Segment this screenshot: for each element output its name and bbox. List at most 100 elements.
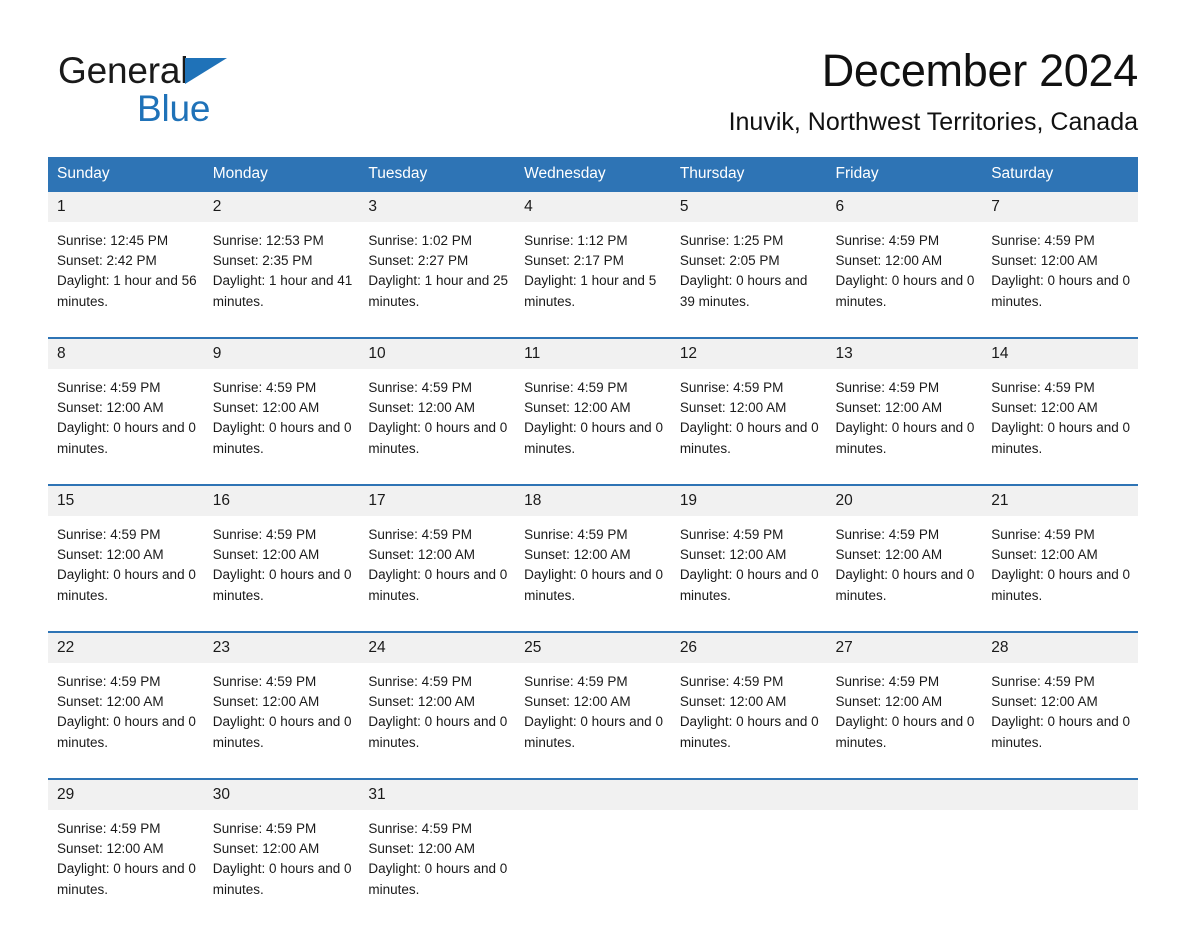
calendar-day-info: Sunrise: 1:12 PM Sunset: 2:17 PM Daylight:… [515, 222, 671, 337]
calendar-day-number-row: 25 [515, 633, 671, 663]
calendar-day-number [826, 780, 983, 810]
calendar-day-inner [670, 780, 827, 925]
calendar-day-number-row: 9 [203, 339, 360, 369]
calendar-day-number-row: 23 [203, 633, 360, 663]
day-sunset-text: Sunset: 2:05 PM [679, 253, 780, 269]
calendar-day-number: 12 [670, 339, 827, 369]
calendar-day-info-row: Sunrise: 4:59 PM Sunset: 12:00 AM Daylight… [827, 369, 983, 484]
calendar-day-cell[interactable]: 14 Sunrise: 4:59 PM Sunset: 12:00 AM Daylig… [982, 337, 1138, 485]
calendar-day-cell [826, 778, 983, 925]
page-title: December 2024 [821, 45, 1139, 96]
calendar-day-cell[interactable]: 12 Sunrise: 4:59 PM Sunset: 12:00 AM Daylig… [670, 337, 827, 485]
calendar-body: 1 Sunrise: 12:45 PM Sunset: 2:42 PM Dayligh… [48, 192, 1138, 925]
calendar-day-cell[interactable]: 3 Sunrise: 1:02 PM Sunset: 2:27 PM Daylight… [359, 192, 516, 338]
calendar-day-cell[interactable]: 11 Sunrise: 4:59 PM Sunset: 12:00 AM Daylig… [515, 337, 671, 485]
day-sunset-text: Sunset: 12:00 AM [368, 547, 475, 563]
calendar-day-inner: 30 Sunrise: 4:59 PM Sunset: 12:00 AM Daylig… [203, 780, 360, 925]
calendar-day-cell[interactable]: 6 Sunrise: 4:59 PM Sunset: 12:00 AM Dayligh… [826, 192, 983, 338]
calendar-day-number: 27 [826, 633, 983, 663]
calendar-day-number: 28 [982, 633, 1138, 663]
calendar-day-inner: 6 Sunrise: 4:59 PM Sunset: 12:00 AM Dayligh… [826, 192, 983, 337]
day-sunset-text: Sunset: 12:00 AM [991, 694, 1098, 710]
calendar-day-cell[interactable]: 17 Sunrise: 4:59 PM Sunset: 12:00 AM Daylig… [359, 484, 516, 632]
calendar-day-cell[interactable]: 31 Sunrise: 4:59 PM Sunset: 12:00 AM Daylig… [359, 778, 516, 925]
calendar-day-number: 11 [515, 339, 671, 369]
calendar-day-inner: 23 Sunrise: 4:59 PM Sunset: 12:00 AM Daylig… [203, 633, 360, 778]
day-daylight-text: Daylight: 0 hours and 0 minutes. [835, 567, 975, 603]
calendar-day-cell[interactable]: 20 Sunrise: 4:59 PM Sunset: 12:00 AM Daylig… [826, 484, 983, 632]
day-sunset-text: Sunset: 12:00 AM [212, 400, 320, 416]
calendar-day-info [515, 810, 671, 925]
day-sunset-text: Sunset: 12:00 AM [991, 253, 1098, 269]
calendar-day-cell[interactable]: 26 Sunrise: 4:59 PM Sunset: 12:00 AM Daylig… [670, 631, 827, 779]
calendar-day-cell[interactable]: 15 Sunrise: 4:59 PM Sunset: 12:00 AM Daylig… [48, 484, 204, 632]
calendar-day-cell[interactable]: 29 Sunrise: 4:59 PM Sunset: 12:00 AM Daylig… [48, 778, 204, 925]
day-sunset-text: Sunset: 12:00 AM [679, 400, 787, 416]
calendar-day-cell[interactable]: 21 Sunrise: 4:59 PM Sunset: 12:00 AM Daylig… [982, 484, 1138, 632]
calendar-day-cell[interactable]: 24 Sunrise: 4:59 PM Sunset: 12:00 AM Daylig… [359, 631, 516, 779]
calendar-day-cell[interactable]: 13 Sunrise: 4:59 PM Sunset: 12:00 AM Daylig… [826, 337, 983, 485]
calendar-day-number: 15 [48, 486, 204, 516]
calendar-day-cell[interactable]: 25 Sunrise: 4:59 PM Sunset: 12:00 AM Daylig… [515, 631, 671, 779]
calendar-day-cell [982, 778, 1138, 925]
day-sunset-text: Sunset: 12:00 AM [991, 400, 1098, 416]
calendar-day-info-row [671, 810, 827, 925]
calendar-day-inner: 19 Sunrise: 4:59 PM Sunset: 12:00 AM Daylig… [670, 486, 827, 631]
day-sunrise-text: Sunrise: 4:59 PM [524, 527, 628, 542]
calendar-day-info-row: Sunrise: 4:59 PM Sunset: 12:00 AM Daylight… [982, 222, 1138, 337]
calendar-day-info-row: Sunrise: 4:59 PM Sunset: 12:00 AM Daylight… [204, 516, 360, 631]
calendar-day-number: 20 [826, 486, 983, 516]
calendar-day-cell[interactable]: 16 Sunrise: 4:59 PM Sunset: 12:00 AM Daylig… [203, 484, 360, 632]
calendar-day-number-row: 29 [48, 780, 204, 810]
day-sunrise-text: Sunrise: 4:59 PM [368, 821, 472, 836]
calendar-day-info: Sunrise: 4:59 PM Sunset: 12:00 AM Daylight… [982, 222, 1138, 337]
calendar-day-number: 24 [359, 633, 516, 663]
calendar-day-inner: 7 Sunrise: 4:59 PM Sunset: 12:00 AM Dayligh… [982, 192, 1138, 337]
calendar-day-cell[interactable]: 19 Sunrise: 4:59 PM Sunset: 12:00 AM Daylig… [670, 484, 827, 632]
weekday-header-monday: Monday [203, 157, 360, 192]
brand-logo[interactable]: General Blue [58, 50, 318, 130]
calendar-day-cell[interactable]: 1 Sunrise: 12:45 PM Sunset: 2:42 PM Dayligh… [48, 192, 204, 338]
calendar-day-number: 9 [203, 339, 360, 369]
calendar-day-number: 22 [48, 633, 204, 663]
calendar-day-info-row: Sunrise: 4:59 PM Sunset: 12:00 AM Daylight… [204, 663, 360, 778]
day-sunset-text: Sunset: 12:00 AM [368, 841, 475, 857]
calendar-day-cell[interactable]: 5 Sunrise: 1:25 PM Sunset: 2:05 PM Daylight… [670, 192, 827, 338]
calendar-day-cell[interactable]: 28 Sunrise: 4:59 PM Sunset: 12:00 AM Daylig… [982, 631, 1138, 779]
calendar-day-info: Sunrise: 4:59 PM Sunset: 12:00 AM Daylight… [48, 663, 204, 778]
calendar-day-info [671, 810, 827, 925]
calendar-day-cell[interactable]: 22 Sunrise: 4:59 PM Sunset: 12:00 AM Daylig… [48, 631, 204, 779]
calendar-day-inner: 10 Sunrise: 4:59 PM Sunset: 12:00 AM Daylig… [359, 339, 516, 484]
calendar-header-row: Sunday Monday Tuesday Wednesday Thursday… [48, 157, 1138, 192]
calendar-day-inner: 15 Sunrise: 4:59 PM Sunset: 12:00 AM Daylig… [48, 486, 204, 631]
calendar-day-number-row: 27 [826, 633, 983, 663]
calendar-day-cell[interactable]: 18 Sunrise: 4:59 PM Sunset: 12:00 AM Daylig… [515, 484, 671, 632]
day-sunrise-text: Sunrise: 4:59 PM [212, 527, 317, 542]
day-sunrise-text: Sunrise: 4:59 PM [212, 380, 317, 395]
calendar-day-info: Sunrise: 4:59 PM Sunset: 12:00 AM Daylight… [827, 516, 983, 631]
day-sunrise-text: Sunrise: 12:53 PM [212, 233, 324, 248]
calendar-day-info-row: Sunrise: 4:59 PM Sunset: 12:00 AM Daylight… [48, 516, 204, 631]
calendar-day-cell[interactable]: 23 Sunrise: 4:59 PM Sunset: 12:00 AM Daylig… [203, 631, 360, 779]
calendar-day-info [982, 810, 1138, 925]
calendar-day-cell[interactable]: 2 Sunrise: 12:53 PM Sunset: 2:35 PM Dayligh… [203, 192, 360, 338]
calendar-day-number-row: 31 [359, 780, 516, 810]
day-sunrise-text [991, 819, 1132, 839]
calendar-page: General Blue December 2024 Inuvik, North… [0, 0, 1188, 925]
calendar-day-cell[interactable]: 9 Sunrise: 4:59 PM Sunset: 12:00 AM Dayligh… [203, 337, 360, 485]
calendar-day-cell[interactable]: 4 Sunrise: 1:12 PM Sunset: 2:17 PM Daylight… [515, 192, 671, 338]
calendar-day-number-row: 2 [203, 192, 360, 222]
day-sunrise-text: Sunrise: 4:59 PM [57, 821, 161, 836]
calendar-day-cell[interactable]: 8 Sunrise: 4:59 PM Sunset: 12:00 AM Dayligh… [48, 337, 204, 485]
calendar-day-number: 29 [48, 780, 204, 810]
calendar-day-cell[interactable]: 27 Sunrise: 4:59 PM Sunset: 12:00 AM Daylig… [826, 631, 983, 779]
calendar-day-cell[interactable]: 10 Sunrise: 4:59 PM Sunset: 12:00 AM Daylig… [359, 337, 516, 485]
calendar-day-cell[interactable]: 7 Sunrise: 4:59 PM Sunset: 12:00 AM Dayligh… [982, 192, 1138, 338]
day-sunset-text: Sunset: 12:00 AM [57, 547, 164, 563]
calendar-day-inner [982, 780, 1138, 925]
calendar-day-cell[interactable]: 30 Sunrise: 4:59 PM Sunset: 12:00 AM Daylig… [203, 778, 360, 925]
calendar-day-number: 14 [982, 339, 1138, 369]
day-daylight-text [836, 859, 977, 879]
calendar-day-info-row: Sunrise: 4:59 PM Sunset: 12:00 AM Daylight… [359, 516, 515, 631]
day-sunset-text: Sunset: 2:27 PM [368, 253, 469, 269]
